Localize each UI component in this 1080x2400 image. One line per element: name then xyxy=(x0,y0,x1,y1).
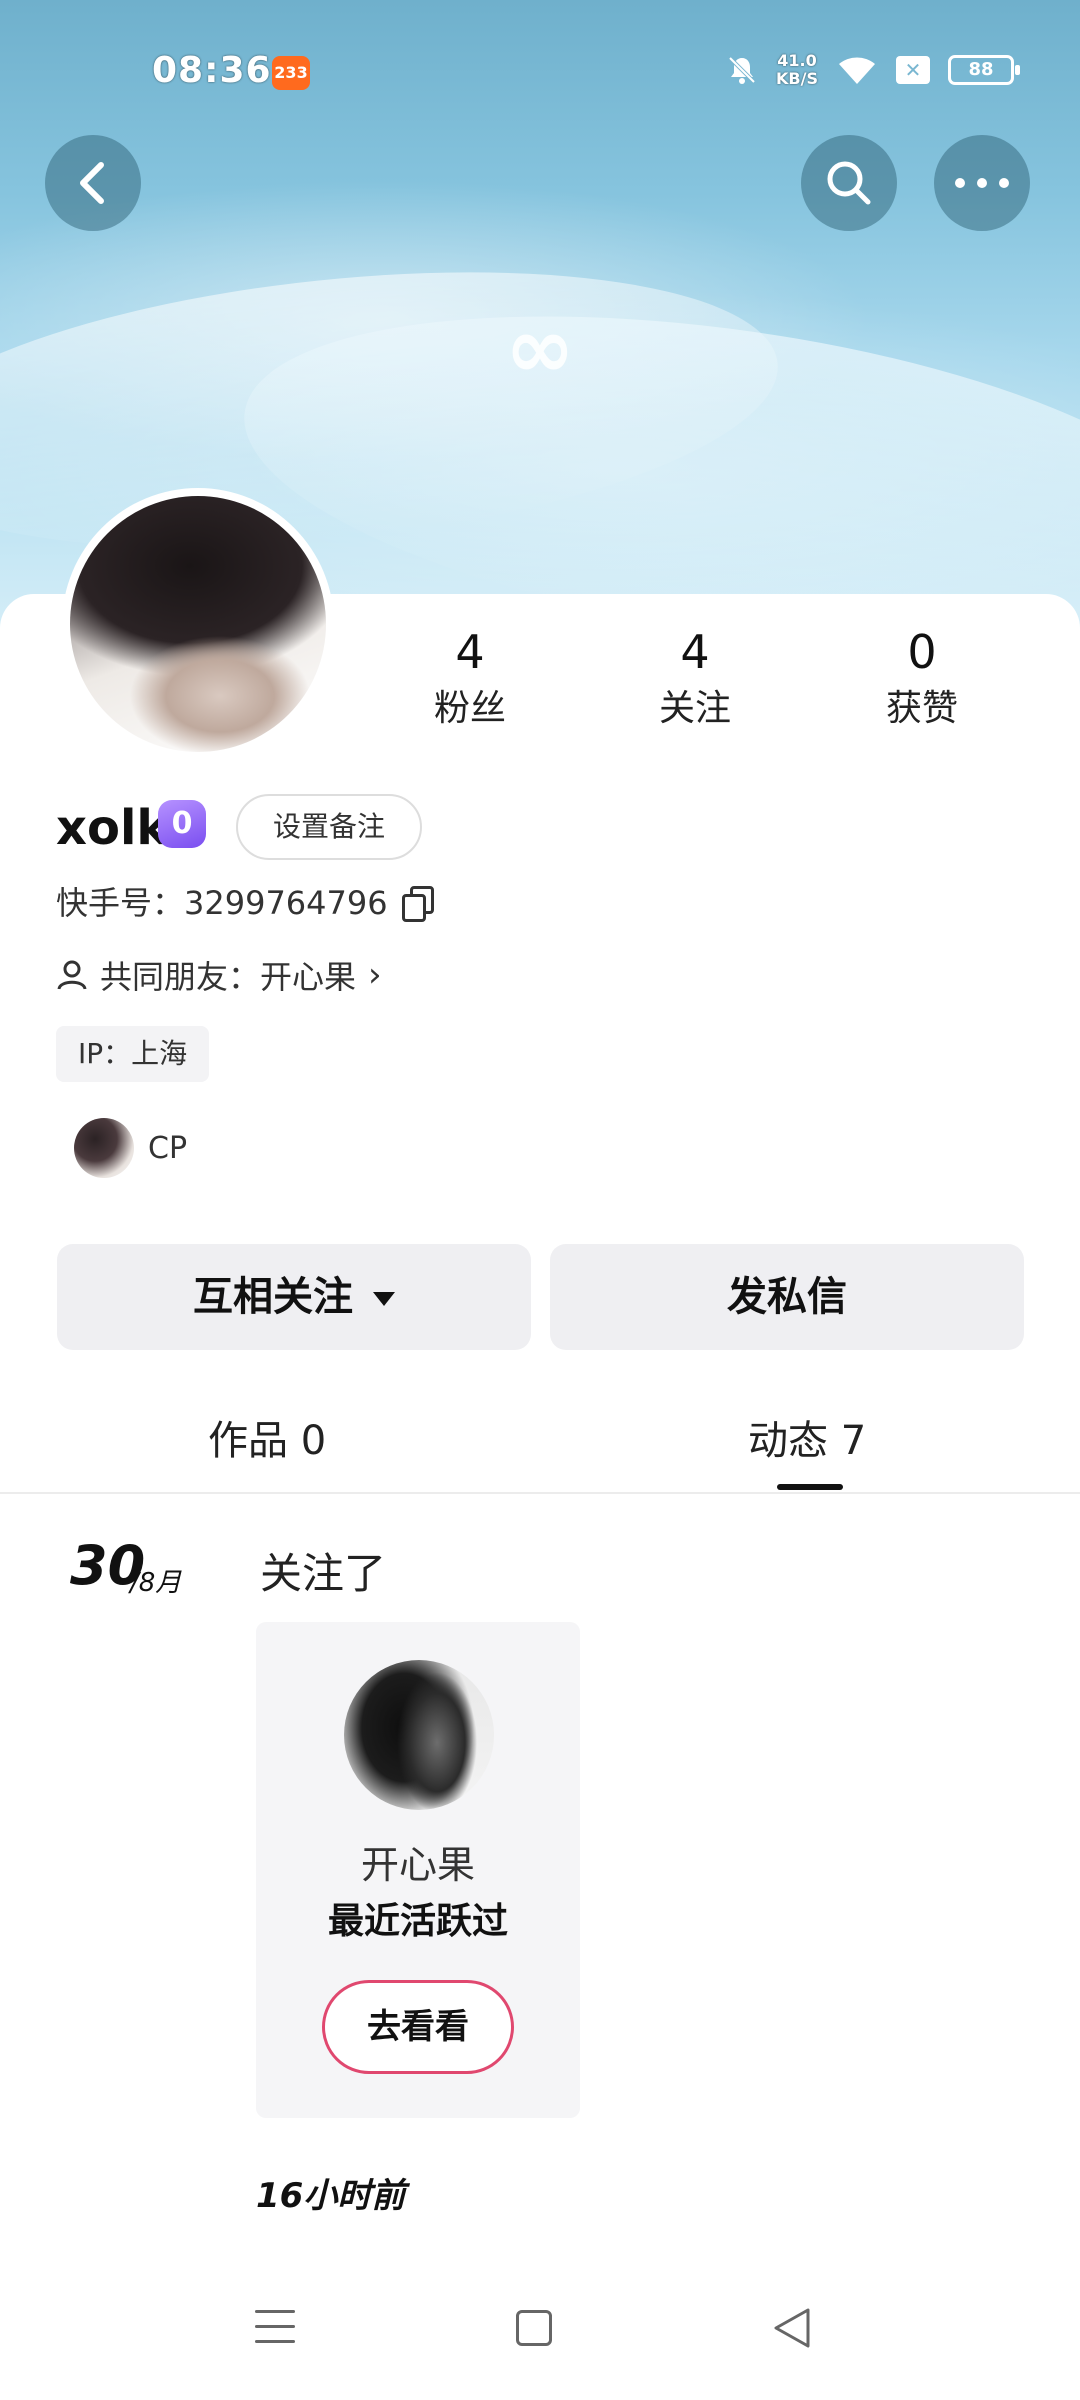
sim-x-icon: ✕ xyxy=(896,56,930,84)
active-tab-indicator xyxy=(777,1484,843,1490)
back-chevron-icon xyxy=(80,162,104,204)
followed-user-avatar[interactable] xyxy=(344,1660,494,1810)
battery-icon: 88 xyxy=(948,55,1020,85)
status-time: 08:36 xyxy=(152,50,272,91)
feed-action-text: 关注了 xyxy=(260,1549,387,1598)
person-icon xyxy=(57,960,87,990)
send-message-button[interactable]: 发私信 xyxy=(550,1244,1024,1350)
back-button[interactable] xyxy=(45,135,141,231)
recents-menu-icon[interactable] xyxy=(255,2310,295,2346)
copy-icon[interactable] xyxy=(401,886,434,922)
mutual-friends-text: 共同朋友：开心果 xyxy=(100,958,357,996)
go-see-button[interactable]: 去看看 xyxy=(322,1980,514,2074)
search-icon xyxy=(827,161,871,205)
cp-avatar xyxy=(74,1118,134,1178)
stat-following[interactable]: 4 关注 xyxy=(615,622,775,736)
search-button[interactable] xyxy=(801,135,897,231)
avatar-image xyxy=(70,496,326,752)
system-nav-bar xyxy=(0,2290,1080,2380)
wifi-icon xyxy=(839,57,875,84)
profile-screen: 08:36 233 41.0 KB/S ✕ 88 ∞ 4 粉丝 4 关注 0 获… xyxy=(0,0,1080,2400)
notification-badge: 233 xyxy=(272,56,310,90)
cp-label: CP xyxy=(148,1130,188,1166)
kuaishou-id: 快手号：3299764796 xyxy=(56,878,434,924)
back-triangle-icon[interactable] xyxy=(772,2306,812,2350)
caret-down-icon xyxy=(373,1292,395,1306)
followed-user-status: 最近活跃过 xyxy=(327,1901,508,1942)
tab-dynamics[interactable]: 动态 7 xyxy=(748,1408,866,1466)
net-speed: 41.0 KB/S xyxy=(776,51,818,88)
stat-likes[interactable]: 0 获赞 xyxy=(842,622,1002,736)
profile-tabs: 作品 0 动态 7 xyxy=(0,1390,1080,1494)
followed-user-name: 开心果 xyxy=(360,1843,475,1887)
home-square-icon[interactable] xyxy=(516,2310,552,2346)
ip-location-tag: IP：上海 xyxy=(56,1026,210,1082)
profile-name: xolk xyxy=(56,800,169,856)
avatar[interactable] xyxy=(62,488,334,760)
feed-date-month: /8月 xyxy=(130,1568,182,1598)
user-badge: 0 xyxy=(158,800,206,848)
followed-user-card[interactable]: 开心果 最近活跃过 去看看 xyxy=(256,1622,580,2118)
chevron-right-icon: › xyxy=(368,955,382,995)
feed-timestamp: 16小时前 xyxy=(256,2176,406,2216)
tab-works[interactable]: 作品 0 xyxy=(208,1408,326,1466)
more-button[interactable] xyxy=(934,135,1030,231)
mutual-follow-button[interactable]: 互相关注 xyxy=(57,1244,531,1350)
status-bar: 08:36 233 41.0 KB/S ✕ 88 xyxy=(0,40,1080,110)
banner-infinity-symbol: ∞ xyxy=(505,299,575,397)
profile-sheet xyxy=(0,594,1080,2400)
kuaishou-id-text: 快手号：3299764796 xyxy=(56,884,388,922)
set-remark-button[interactable]: 设置备注 xyxy=(236,794,422,860)
mute-bell-icon xyxy=(728,56,756,84)
cp-row[interactable]: CP xyxy=(74,1118,187,1178)
more-dots-icon xyxy=(955,178,1009,188)
mutual-friends-row[interactable]: 共同朋友：开心果 › xyxy=(56,952,382,998)
stat-fans[interactable]: 4 粉丝 xyxy=(390,622,550,736)
